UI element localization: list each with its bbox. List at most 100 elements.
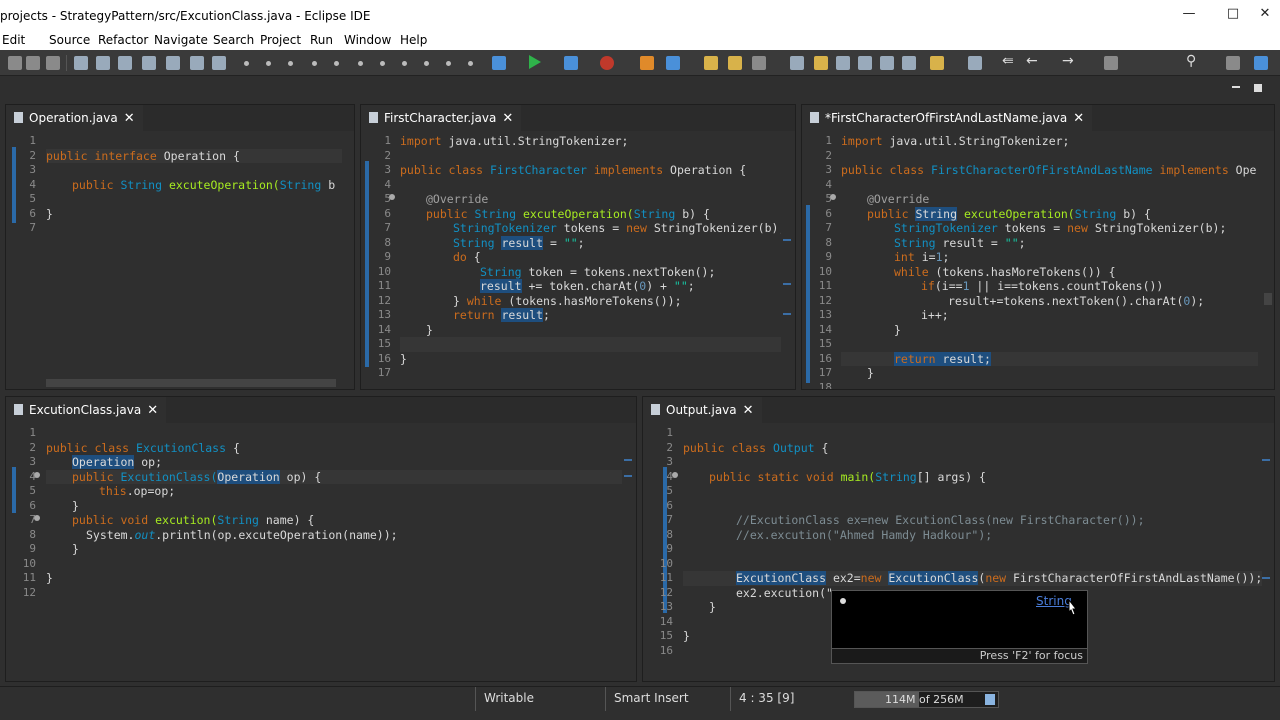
heap-status[interactable]: 114M of 256M: [854, 691, 999, 708]
minimize-button[interactable]: —: [1174, 6, 1204, 26]
close-tab-icon[interactable]: ✕: [502, 111, 513, 126]
back-history-icon[interactable]: ⇚: [1002, 53, 1018, 69]
toolbar: ⇚ ← → ⚲: [0, 50, 1280, 76]
refresh-icon[interactable]: [666, 56, 680, 70]
perspective-icon[interactable]: [1226, 56, 1240, 70]
tab-first-character[interactable]: FirstCharacter.java ✕: [361, 105, 522, 131]
status-cursor-position[interactable]: 4 : 35 [9]: [730, 687, 850, 711]
code-area[interactable]: public class ExcutionClass { Operation o…: [46, 423, 622, 681]
debug-dot-icon-11[interactable]: [468, 61, 473, 66]
layout-icon-2[interactable]: [118, 56, 132, 70]
vertical-scrollbar[interactable]: [1264, 293, 1272, 305]
window-title: projects - StrategyPattern/src/ExcutionC…: [0, 9, 371, 23]
overview-marker[interactable]: [783, 239, 791, 241]
new-icon[interactable]: [8, 56, 22, 70]
menu-refactor[interactable]: Refactor: [98, 33, 148, 47]
java-perspective-icon[interactable]: [1254, 56, 1268, 70]
overview-marker[interactable]: [783, 313, 791, 315]
layout-icon[interactable]: [96, 56, 110, 70]
status-insert-mode[interactable]: Smart Insert: [605, 687, 730, 711]
open-type-icon[interactable]: [728, 56, 742, 70]
new-java-project-icon[interactable]: [640, 56, 654, 70]
menu-edit[interactable]: Edit: [2, 33, 25, 47]
block-icon-3[interactable]: [880, 56, 894, 70]
overview-marker[interactable]: [624, 475, 632, 477]
menu-help[interactable]: Help: [400, 33, 427, 47]
code-line: return result;: [453, 308, 550, 322]
coverage-icon[interactable]: [564, 56, 578, 70]
line-number: 12: [377, 293, 391, 307]
annotation-icon[interactable]: [930, 56, 944, 70]
build-icon[interactable]: [74, 56, 88, 70]
debug-dot-icon-2[interactable]: [266, 61, 271, 66]
layout-icon-3[interactable]: [142, 56, 156, 70]
code-area[interactable]: public interface Operation { public Stri…: [46, 131, 342, 389]
menu-navigate[interactable]: Navigate: [154, 33, 208, 47]
tab-label: FirstCharacter.java: [384, 111, 497, 125]
tab-operation[interactable]: Operation.java ✕: [6, 105, 143, 131]
line-number: 11: [377, 279, 391, 292]
open-perspective-icon[interactable]: [1104, 56, 1118, 70]
block-icon[interactable]: [836, 56, 850, 70]
layout-icon-6[interactable]: [212, 56, 226, 70]
tab-output[interactable]: Output.java ✕: [643, 397, 762, 423]
highlight-icon[interactable]: [814, 56, 828, 70]
back-arrow-icon[interactable]: ←: [1026, 53, 1042, 69]
tab-first-last[interactable]: *FirstCharacterOfFirstAndLastName.java ✕: [802, 105, 1093, 131]
forward-arrow-icon[interactable]: →: [1062, 53, 1078, 69]
whitespace-icon[interactable]: [902, 56, 916, 70]
overview-marker[interactable]: [624, 459, 632, 461]
tab-label: ExcutionClass.java: [29, 403, 142, 417]
garbage-collect-icon[interactable]: [985, 694, 995, 705]
open-folder-icon[interactable]: [704, 56, 718, 70]
debug-dot-icon-5[interactable]: [334, 61, 339, 66]
maximize-button[interactable]: □: [1218, 6, 1248, 26]
hover-popup[interactable]: String Press 'F2' for focus: [831, 590, 1088, 664]
debug-dot-icon-9[interactable]: [424, 61, 429, 66]
external-tools-icon[interactable]: [600, 56, 614, 70]
last-edit-icon[interactable]: [968, 56, 982, 70]
code-line: }: [867, 366, 874, 380]
tab-excution-class[interactable]: ExcutionClass.java ✕: [6, 397, 167, 423]
toggle-mark-icon[interactable]: [790, 56, 804, 70]
code-area[interactable]: import java.util.StringTokenizer; public…: [400, 131, 781, 389]
close-tab-icon[interactable]: ✕: [147, 403, 158, 418]
menu-source[interactable]: Source: [49, 33, 90, 47]
layout-icon-4[interactable]: [166, 56, 180, 70]
overview-marker[interactable]: [783, 283, 791, 285]
maximize-editor-icon[interactable]: [1254, 84, 1262, 92]
save-icon[interactable]: [26, 56, 40, 70]
debug-dot-icon-8[interactable]: [402, 61, 407, 66]
search-icon[interactable]: ⚲: [1186, 53, 1202, 69]
menu-search[interactable]: Search: [213, 33, 254, 47]
menu-project[interactable]: Project: [260, 33, 301, 47]
code-line: public String excuteOperation(String b )…: [72, 177, 336, 192]
close-tab-icon[interactable]: ✕: [743, 403, 754, 418]
layout-icon-5[interactable]: [190, 56, 204, 70]
debug-dot-icon-3[interactable]: [288, 61, 293, 66]
close-tab-icon[interactable]: ✕: [124, 111, 135, 126]
minimize-editor-icon[interactable]: [1232, 86, 1240, 88]
search-tool-icon[interactable]: [752, 56, 766, 70]
debug-icon[interactable]: [492, 56, 506, 70]
debug-dot-icon-10[interactable]: [446, 61, 451, 66]
horizontal-scrollbar[interactable]: [46, 379, 336, 387]
run-icon[interactable]: [529, 55, 541, 69]
code-line: do {: [453, 250, 481, 264]
save-all-icon[interactable]: [46, 56, 60, 70]
debug-dot-icon[interactable]: [244, 61, 249, 66]
code-line: public interface Operation {: [46, 148, 240, 163]
code-line: i++;: [921, 308, 949, 322]
close-window-button[interactable]: ✕: [1250, 6, 1280, 26]
debug-dot-icon-6[interactable]: [358, 61, 363, 66]
overview-marker[interactable]: [1262, 577, 1270, 579]
block-icon-2[interactable]: [858, 56, 872, 70]
overview-marker[interactable]: [1262, 459, 1270, 461]
menu-window[interactable]: Window: [344, 33, 391, 47]
debug-dot-icon-7[interactable]: [380, 61, 385, 66]
menu-run[interactable]: Run: [310, 33, 333, 47]
line-number: 1: [29, 426, 36, 439]
debug-dot-icon-4[interactable]: [312, 61, 317, 66]
code-area[interactable]: import java.util.StringTokenizer; public…: [841, 131, 1258, 389]
close-tab-icon[interactable]: ✕: [1073, 111, 1084, 126]
